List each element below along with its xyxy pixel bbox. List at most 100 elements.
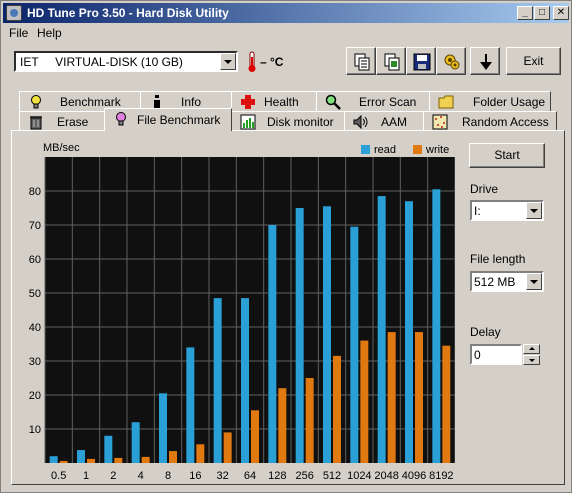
copy-info-icon — [354, 53, 370, 71]
tab-random-access[interactable]: Random Access — [423, 111, 557, 131]
bar-write — [442, 345, 451, 463]
app-window: HD Tune Pro 3.50 - Hard Disk Utility _ □… — [0, 0, 572, 493]
legend-label-read: read — [374, 144, 396, 156]
bar-write — [223, 432, 232, 463]
speaker-icon — [353, 114, 368, 130]
bar-read — [159, 393, 167, 463]
legend-swatch-read — [361, 145, 370, 154]
title-bar[interactable]: HD Tune Pro 3.50 - Hard Disk Utility _ □… — [3, 3, 569, 23]
delay-spin-up-button[interactable] — [523, 344, 540, 354]
y-tick-label: 50 — [29, 288, 41, 300]
bar-read — [295, 208, 304, 463]
maximize-button[interactable]: □ — [534, 6, 550, 20]
bar-read — [268, 225, 277, 463]
drive-selector-value: IET VIRTUAL-DISK (10 GB) — [20, 55, 183, 69]
bar-write — [114, 457, 123, 463]
x-tick-label: 4 — [138, 470, 144, 482]
tab-folder-usage[interactable]: Folder Usage — [429, 91, 551, 111]
file-length-dropdown[interactable]: 512 MB — [470, 271, 544, 292]
menu-bar: File Help — [3, 24, 569, 42]
bar-write — [196, 444, 205, 463]
y-tick-label: 80 — [29, 186, 41, 198]
tab-health[interactable]: Health — [231, 91, 317, 111]
x-tick-label: 4096 — [402, 470, 426, 482]
x-tick-label: 8192 — [429, 470, 453, 482]
x-tick-label: 256 — [295, 470, 313, 482]
tab-benchmark-label: Benchmark — [60, 95, 121, 109]
delay-input[interactable]: 0 — [470, 344, 522, 365]
delay-label: Delay — [470, 325, 501, 339]
bar-write — [278, 388, 287, 463]
menu-file[interactable]: File — [9, 26, 28, 40]
x-tick-label: 64 — [244, 470, 256, 482]
copy-info-button[interactable] — [346, 47, 376, 75]
x-tick-label: 32 — [217, 470, 229, 482]
download-button[interactable] — [470, 47, 500, 75]
tab-aam[interactable]: AAM — [344, 111, 424, 131]
chevron-down-icon[interactable] — [526, 202, 542, 219]
chevron-down-icon[interactable] — [526, 273, 542, 290]
bar-read — [405, 201, 413, 463]
chevron-down-icon[interactable] — [220, 53, 236, 70]
file-length-label: File length — [470, 252, 526, 266]
x-tick-label: 512 — [323, 470, 341, 482]
minimize-button[interactable]: _ — [517, 6, 533, 20]
bar-write — [169, 451, 177, 463]
close-button[interactable]: ✕ — [553, 6, 569, 20]
tab-aam-label: AAM — [381, 115, 408, 129]
random-access-icon — [432, 114, 448, 130]
chart-svg: 10 20 30 40 50 60 70 80 MB/sec 0.5 1 2 4 8 16 32 64 128 25… — [29, 142, 456, 482]
tab-disk-monitor-label: Disk monitor — [267, 115, 334, 129]
tab-folder-usage-label: Folder Usage — [473, 95, 546, 109]
x-tick-label: 2 — [110, 470, 116, 482]
bar-write — [87, 458, 95, 463]
bar-write — [251, 410, 259, 463]
temperature-readout: – °C — [260, 55, 284, 69]
x-tick-label: 2048 — [374, 470, 398, 482]
bar-write — [141, 456, 150, 463]
options-icon — [444, 54, 460, 70]
bar-read — [131, 422, 140, 463]
bar-read — [104, 435, 113, 463]
health-cross-icon — [241, 95, 255, 109]
drive-selector[interactable]: IET VIRTUAL-DISK (10 GB) — [14, 51, 238, 72]
bar-write — [360, 340, 369, 463]
copy-screenshot-button[interactable] — [376, 47, 406, 75]
save-button[interactable] — [406, 47, 436, 75]
y-tick-label: 60 — [29, 254, 41, 266]
bar-write — [59, 460, 68, 463]
x-tick-label: 1 — [83, 470, 89, 482]
x-tick-label: 8 — [165, 470, 171, 482]
menu-help[interactable]: Help — [37, 26, 62, 40]
delay-input-value: 0 — [474, 348, 481, 362]
window-title: HD Tune Pro 3.50 - Hard Disk Utility — [27, 6, 229, 20]
tab-health-label: Health — [264, 95, 299, 109]
tab-file-benchmark-label: File Benchmark — [137, 113, 221, 127]
exit-button[interactable]: Exit — [506, 47, 561, 75]
options-button[interactable] — [436, 47, 466, 75]
drive-dropdown-value: I: — [474, 204, 481, 218]
tab-error-scan[interactable]: Error Scan — [316, 91, 430, 111]
y-tick-label: 70 — [29, 220, 41, 232]
x-tick-label: 0.5 — [51, 470, 66, 482]
bar-write — [333, 355, 341, 463]
y-axis-label: MB/sec — [43, 142, 80, 154]
delay-spin-down-button[interactable] — [523, 355, 540, 365]
bar-write — [305, 378, 314, 463]
drive-dropdown[interactable]: I: — [470, 200, 544, 221]
y-tick-label: 10 — [29, 424, 41, 436]
bar-read — [350, 226, 359, 463]
bar-read — [49, 456, 58, 463]
bar-read — [77, 450, 85, 463]
x-tick-label: 128 — [268, 470, 286, 482]
trash-icon — [30, 116, 42, 130]
tab-disk-monitor[interactable]: Disk monitor — [231, 111, 345, 131]
lightbulb-icon — [31, 95, 41, 109]
save-icon — [413, 53, 431, 71]
tab-file-benchmark[interactable]: File Benchmark — [104, 108, 232, 131]
tab-erase[interactable]: Erase — [19, 111, 105, 131]
start-button[interactable]: Start — [469, 143, 545, 168]
disk-monitor-icon — [240, 114, 256, 130]
drive-label: Drive — [470, 182, 499, 196]
legend-swatch-write — [413, 145, 422, 154]
